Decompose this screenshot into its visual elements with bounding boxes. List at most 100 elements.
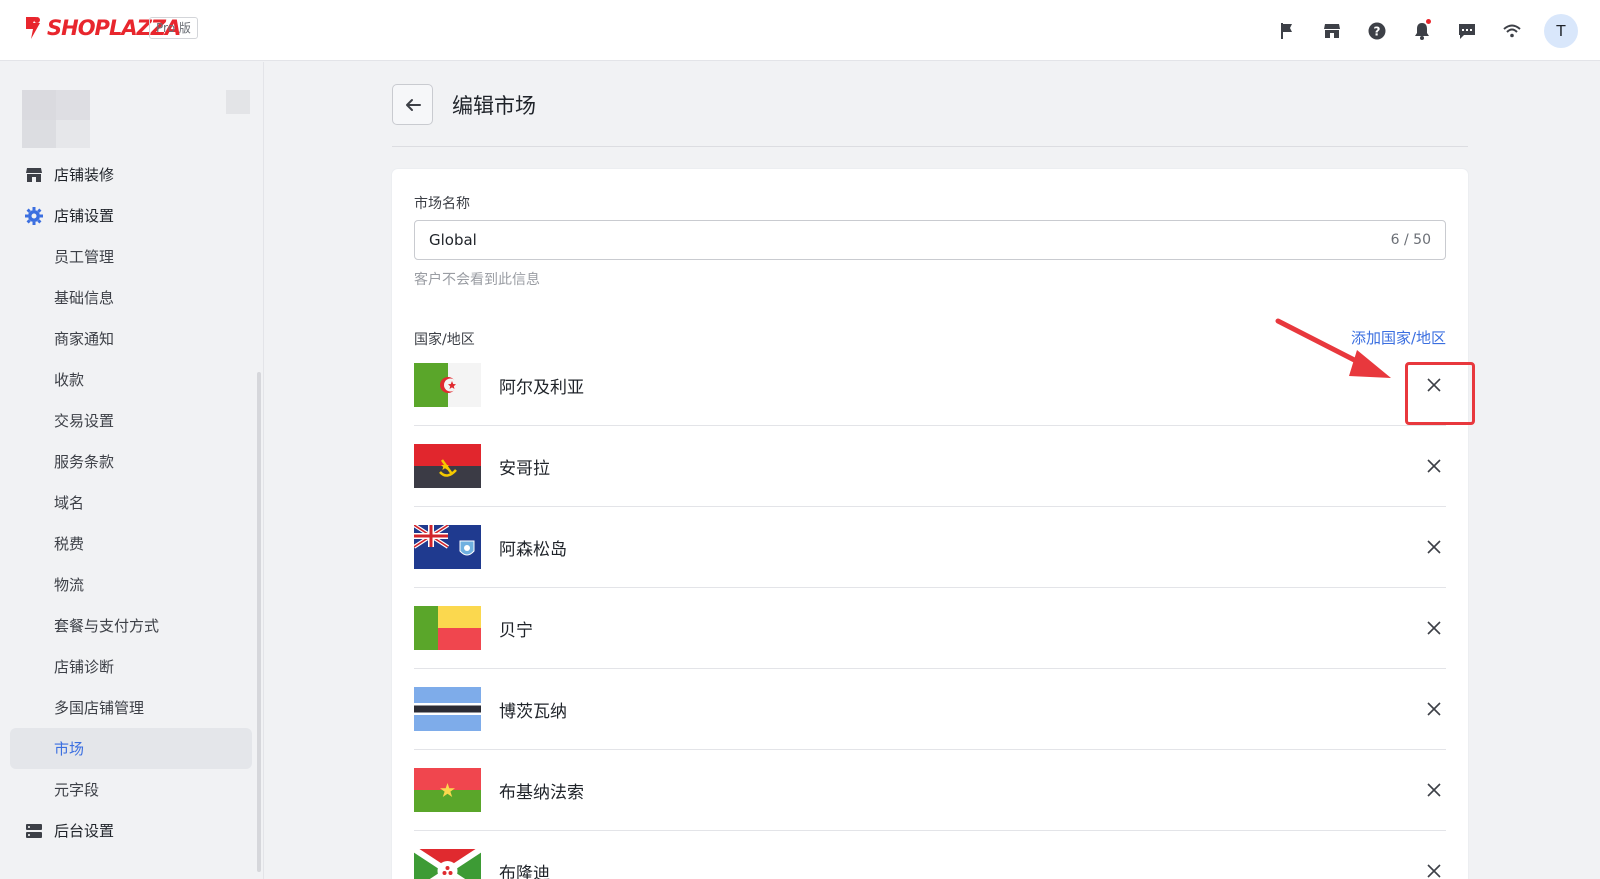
sidebar-item-multi-store[interactable]: 多国店铺管理 [10,687,252,728]
country-list: 阿尔及利亚 安哥拉 阿森松岛 贝宁 博茨瓦纳 布基纳法索 布隆迪 [414,345,1446,879]
burundi-flag [414,849,481,879]
divider [392,146,1468,147]
country-name: 阿尔及利亚 [499,377,584,398]
sidebar-item-label: 店铺装修 [54,166,115,184]
ascension-flag [414,525,481,569]
market-name-hint: 客户不会看到此信息 [414,272,540,288]
svg-text:?: ? [1373,24,1380,38]
country-name: 布基纳法索 [499,782,584,803]
sidebar-item-checkout[interactable]: 交易设置 [10,400,252,441]
market-name-value: Global [429,231,477,249]
market-name-input[interactable]: Global 6 / 50 [414,220,1446,260]
country-name: 博茨瓦纳 [499,701,567,722]
country-name: 贝宁 [499,620,533,641]
country-row: 阿森松岛 [414,507,1446,588]
remove-country-button[interactable] [1422,535,1446,559]
close-icon [1427,621,1441,635]
sidebar-item-markets[interactable]: 市场 [10,728,252,769]
sidebar-item-label: 交易设置 [54,412,115,430]
edition-badge: Pro 版 [149,17,198,39]
sidebar-item-domains[interactable]: 域名 [10,482,252,523]
sidebar-item-label: 商家通知 [54,330,115,348]
bell-icon[interactable] [1399,8,1444,53]
sidebar-item-label: 多国店铺管理 [54,699,145,717]
angola-flag [414,444,481,488]
close-icon [1427,540,1441,554]
store-icon [26,168,42,182]
back-button[interactable] [392,84,433,125]
gear-icon [25,207,43,225]
top-icon-group: ? T [1264,0,1600,61]
wifi-icon[interactable] [1489,8,1534,53]
notification-dot [1426,19,1431,24]
algeria-flag [414,363,481,407]
sidebar-item-label: 服务条款 [54,453,115,471]
sidebar-item-notifications[interactable]: 商家通知 [10,318,252,359]
avatar[interactable]: T [1544,13,1578,48]
burkina-faso-flag [414,768,481,812]
sidebar-item-label: 税费 [54,535,85,553]
sidebar-item-label: 员工管理 [54,248,115,266]
close-icon [1427,378,1441,392]
close-icon [1427,459,1441,473]
remove-country-button[interactable] [1422,859,1446,879]
sidebar-item-label: 后台设置 [54,822,115,840]
sidebar-item-label: 店铺设置 [54,207,115,225]
close-icon [1427,864,1441,878]
sidebar-item-label: 域名 [54,494,85,512]
sidebar-item-label: 店铺诊断 [54,658,115,676]
server-icon [26,824,42,838]
country-row: 布基纳法索 [414,750,1446,831]
logo-icon [26,17,40,39]
botswana-flag [414,687,481,731]
country-row: 阿尔及利亚 [414,345,1446,426]
remove-country-button[interactable] [1422,616,1446,640]
remove-country-button[interactable] [1422,373,1446,397]
help-icon[interactable]: ? [1354,8,1399,53]
sidebar-item-payments[interactable]: 收款 [10,359,252,400]
sidebar-item-label: 市场 [54,740,85,758]
sidebar-item-taxes[interactable]: 税费 [10,523,252,564]
country-name: 阿森松岛 [499,539,567,560]
sidebar-item-diagnostics[interactable]: 店铺诊断 [10,646,252,687]
chat-icon[interactable] [1444,8,1489,53]
sidebar-item-label: 套餐与支付方式 [54,617,160,635]
sidebar-item-basic-info[interactable]: 基础信息 [10,277,252,318]
page-title: 编辑市场 [452,94,536,118]
sidebar-item-label: 元字段 [54,781,100,799]
country-row: 博茨瓦纳 [414,669,1446,750]
sidebar-item-staff[interactable]: 员工管理 [10,236,252,277]
arrow-left-icon [405,98,421,111]
store-icon[interactable] [1309,8,1354,53]
sidebar-item-store-design[interactable]: 店铺装修 [10,154,252,195]
character-counter: 6 / 50 [1390,232,1431,248]
sidebar-item-label: 收款 [54,371,85,389]
sidebar-scrollbar[interactable] [257,372,261,872]
flag-icon[interactable] [1264,8,1309,53]
country-row: 安哥拉 [414,426,1446,507]
remove-country-button[interactable] [1422,697,1446,721]
top-bar: SHOPLAZZA Pro 版 ? T [0,0,1600,61]
benin-flag [414,606,481,650]
sidebar-item-store-settings[interactable]: 店铺设置 [10,195,252,236]
close-icon [1427,783,1441,797]
country-row: 布隆迪 [414,831,1446,879]
sidebar-item-admin-settings[interactable]: 后台设置 [10,810,252,851]
country-name: 安哥拉 [499,458,550,479]
sidebar-item-terms[interactable]: 服务条款 [10,441,252,482]
sidebar-item-label: 基础信息 [54,289,115,307]
market-name-label: 市场名称 [414,196,470,212]
sidebar-item-metafields[interactable]: 元字段 [10,769,252,810]
sidebar-nav: 店铺装修 店铺设置 员工管理 基础信息 商家通知 收款 交易设置 服务条款 域名… [10,154,252,851]
country-name: 布隆迪 [499,863,550,879]
store-logo-shade [22,90,90,120]
sidebar-item-plans[interactable]: 套餐与支付方式 [10,605,252,646]
store-switch-placeholder[interactable] [226,90,250,114]
close-icon [1427,702,1441,716]
remove-country-button[interactable] [1422,778,1446,802]
country-row: 贝宁 [414,588,1446,669]
market-edit-card: 市场名称 Global 6 / 50 客户不会看到此信息 国家/地区 添加国家/… [392,169,1468,879]
sidebar-item-shipping[interactable]: 物流 [10,564,252,605]
sidebar-item-label: 物流 [54,576,85,594]
remove-country-button[interactable] [1422,454,1446,478]
